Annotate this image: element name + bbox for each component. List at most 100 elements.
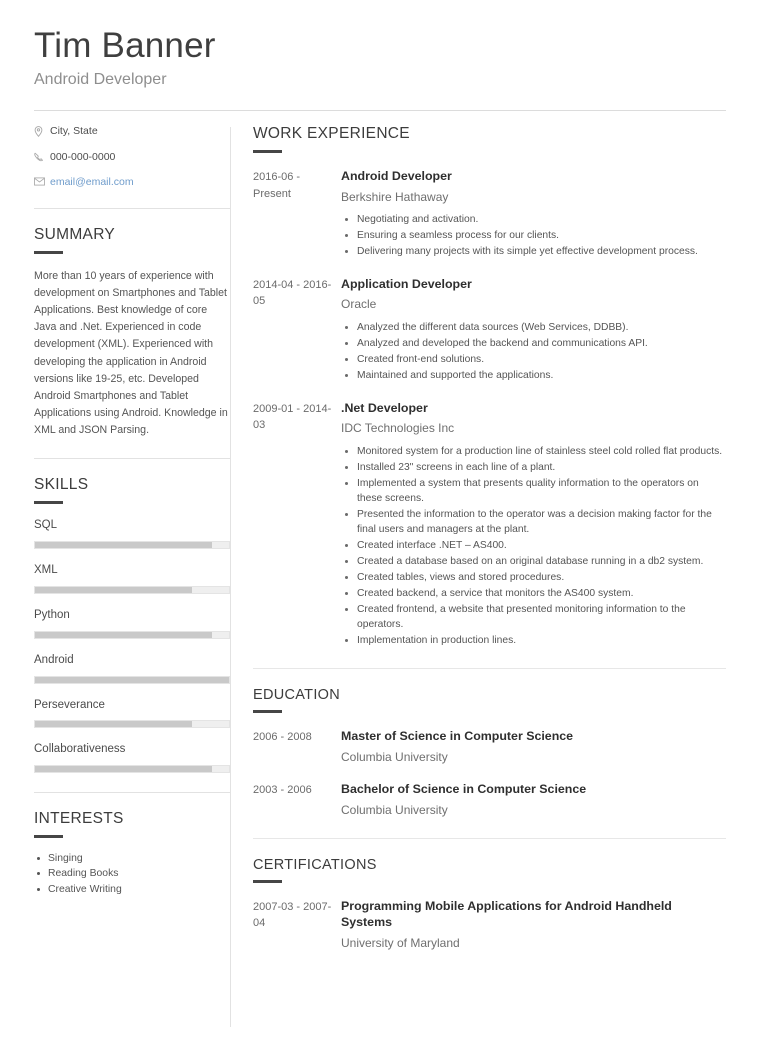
certifications-heading: CERTIFICATIONS — [253, 856, 377, 873]
entry-date: 2014-04 - 2016-05 — [253, 279, 332, 308]
skill-label: SQL — [34, 519, 58, 532]
entry-title: Programming Mobile Applications for Andr… — [341, 898, 672, 929]
entry-bullet: Analyzed the different data sources (Web… — [341, 320, 726, 335]
interest-item: Creative Writing — [34, 882, 230, 897]
interests-list: Singing Reading Books Creative Writing — [34, 851, 230, 897]
entry-date: 2016-06 - Present — [253, 171, 301, 200]
main-column: WORK EXPERIENCE 2016-06 - Present Android… — [231, 125, 726, 966]
entry-title: Android Developer — [341, 169, 452, 184]
entry-body: Bachelor of Science in Computer Science C… — [341, 781, 726, 819]
main-divider-2 — [253, 837, 726, 839]
skill-progress-fill — [35, 766, 212, 773]
entry-bullet: Presented the information to the operato… — [341, 507, 726, 537]
skill-progress-bar — [34, 720, 230, 729]
skill-label: XML — [34, 564, 58, 577]
skills-heading: SKILLS — [34, 476, 89, 494]
skill-item: Python — [34, 609, 230, 639]
entry-title: .Net Developer — [341, 401, 428, 416]
entry-bullet: Created a database based on an original … — [341, 554, 726, 569]
education-heading: EDUCATION — [253, 687, 341, 704]
entry-body: .Net Developer IDC Technologies Inc Monito… — [341, 400, 726, 649]
sidebar-divider-2 — [34, 458, 230, 460]
entry-organization: Columbia University — [341, 803, 448, 817]
resume-page: Tim Banner Android Developer City, State — [0, 0, 760, 1056]
skill-label: Perseverance — [34, 698, 105, 711]
skill-progress-bar — [34, 630, 230, 639]
resume-entry: 2009-01 - 2014-03 .Net Developer IDC Techn… — [253, 400, 726, 649]
skill-progress-bar — [34, 541, 230, 550]
skill-item: XML — [34, 564, 230, 594]
skill-label: Collaborativeness — [34, 743, 126, 756]
entry-bullet: Analyzed and developed the backend and c… — [341, 336, 726, 351]
entry-bullet: Created interface .NET – AS400. — [341, 538, 726, 553]
work-entries: 2016-06 - Present Android Developer Berksh… — [253, 168, 726, 649]
section-summary: SUMMARY More than 10 years of experience… — [34, 226, 230, 440]
section-skills: SKILLS SQL XML Python Android Perseverance Co… — [34, 476, 230, 774]
entry-body: Master of Science in Computer Science Col… — [341, 728, 726, 766]
entry-bullet-list: Negotiating and activation. Ensuring a se… — [341, 212, 726, 259]
skills-accent-bar — [34, 501, 63, 505]
resume-entry: 2006 - 2008 Master of Science in Computer… — [253, 728, 726, 766]
entry-date: 2003 - 2006 — [253, 783, 312, 796]
contact-phone: 000-000-0000 — [34, 151, 230, 164]
entry-title: Bachelor of Science in Computer Science — [341, 781, 587, 796]
entry-title: Master of Science in Computer Science — [341, 729, 574, 744]
entry-bullet: Negotiating and activation. — [341, 212, 726, 227]
resume-header: Tim Banner Android Developer — [34, 26, 726, 99]
location-pin-icon — [34, 125, 50, 138]
entry-body: Programming Mobile Applications for Andr… — [341, 898, 726, 952]
entry-bullet-list: Analyzed the different data sources (Web… — [341, 320, 726, 383]
skill-item: Android — [34, 654, 230, 684]
summary-text: More than 10 years of experience with de… — [34, 269, 228, 437]
entry-bullet: Ensuring a seamless process for our clie… — [341, 228, 726, 243]
contact-phone-text: 000-000-0000 — [50, 150, 116, 163]
certification-entries: 2007-03 - 2007-04 Programming Mobile Appl… — [253, 898, 726, 952]
entry-bullet: Installed 23" screens in each line of a … — [341, 460, 726, 475]
interests-heading: INTERESTS — [34, 810, 124, 828]
section-interests: INTERESTS Singing Reading Books Creative W… — [34, 810, 230, 897]
envelope-icon — [34, 176, 50, 186]
contact-email-text[interactable]: email@email.com — [50, 176, 134, 189]
interest-item: Singing — [34, 851, 230, 866]
skill-item: SQL — [34, 519, 230, 550]
resume-columns: City, State 000-000-0000 email@email.com… — [34, 125, 726, 1028]
resume-entry: 2003 - 2006 Bachelor of Science in Comput… — [253, 781, 726, 819]
resume-entry: 2016-06 - Present Android Developer Berksh… — [253, 168, 726, 260]
summary-accent-bar — [34, 250, 63, 254]
skill-item: Collaborativeness — [34, 743, 230, 774]
skill-progress-fill — [35, 586, 193, 593]
entry-body: Application Developer Oracle Analyzed the … — [341, 276, 726, 384]
skill-progress-bar — [34, 675, 230, 684]
candidate-job-title: Android Developer — [34, 71, 167, 89]
section-education: EDUCATION 2006 - 2008 Master of Science i… — [253, 687, 726, 818]
resume-entry: 2014-04 - 2016-05 Application Developer Or… — [253, 276, 726, 384]
entry-date: 2006 - 2008 — [253, 731, 312, 744]
entry-bullet: Delivering many projects with its simple… — [341, 244, 726, 259]
sidebar-divider-3 — [34, 792, 230, 794]
skill-progress-bar — [34, 585, 230, 594]
main-divider-1 — [253, 668, 726, 670]
entry-bullet: Created frontend, a website that present… — [341, 602, 726, 632]
skill-progress-fill — [35, 676, 229, 683]
skill-progress-fill — [35, 631, 212, 638]
contact-block: City, State 000-000-0000 email@email.com — [34, 125, 230, 188]
entry-organization: Columbia University — [341, 750, 448, 765]
entry-organization: Berkshire Hathaway — [341, 189, 449, 204]
entry-organization: IDC Technologies Inc — [341, 421, 455, 436]
header-divider — [34, 110, 726, 112]
entry-body: Android Developer Berkshire Hathaway Negot… — [341, 168, 726, 260]
entry-bullet: Created front-end solutions. — [341, 352, 726, 367]
contact-email[interactable]: email@email.com — [34, 176, 230, 189]
summary-heading: SUMMARY — [34, 225, 116, 243]
section-certifications: CERTIFICATIONS 2007-03 - 2007-04 Programm… — [253, 857, 726, 952]
skill-item: Perseverance — [34, 699, 230, 729]
entry-date: 2009-01 - 2014-03 — [253, 403, 332, 432]
work-accent-bar — [253, 150, 282, 154]
entry-organization: University of Maryland — [341, 935, 460, 950]
contact-location: City, State — [34, 125, 230, 138]
entry-bullet: Maintained and supported the application… — [341, 368, 726, 383]
skill-progress-fill — [35, 721, 193, 728]
interests-accent-bar — [34, 835, 63, 839]
skill-label: Android — [34, 653, 74, 666]
skill-progress-bar — [34, 765, 230, 774]
